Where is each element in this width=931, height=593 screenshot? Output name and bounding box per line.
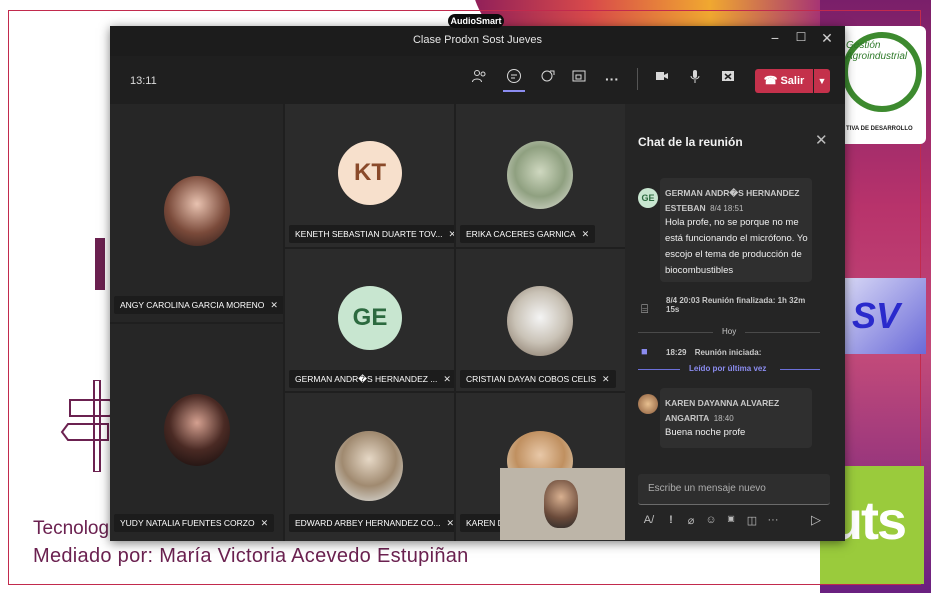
mic-off-icon: ✕ [270, 300, 278, 310]
meeting-started-icon: ■ [641, 346, 648, 358]
avatar: GE [638, 188, 658, 208]
compose-placeholder: Escribe un mensaje nuevo [648, 483, 766, 494]
participant-name: ANGY CAROLINA GARCIA MORENO ✕ [114, 296, 283, 314]
title-bar: Clase Prodxn Sost Jueves − ☐ ✕ [110, 26, 845, 56]
close-icon[interactable]: ✕ [815, 131, 828, 149]
self-view-video[interactable] [500, 468, 626, 540]
phone-hangup-icon: ☎ [763, 75, 778, 87]
initials-avatar: KT [338, 141, 402, 205]
divider-today-label: Hoy [722, 327, 737, 336]
agro-logo-text: Gestión Agroindustrial [846, 40, 908, 62]
teams-window: Clase Prodxn Sost Jueves − ☐ ✕ 13:11 ···… [110, 26, 845, 541]
participant-avatar [335, 431, 403, 501]
stop-sharing-icon[interactable] [717, 68, 739, 90]
leave-label: Salir [780, 75, 805, 87]
initials-avatar: GE [338, 286, 402, 350]
participant-avatar [164, 176, 230, 246]
participant-tile[interactable]: YUDY NATALIA FUENTES CORZO ✕ [110, 324, 283, 541]
meeting-timer: 13:11 [130, 75, 157, 87]
window-title: Clase Prodxn Sost Jueves [412, 34, 542, 46]
participant-tile[interactable]: CRISTIAN DAYAN COBOS CELIS ✕ [456, 249, 625, 391]
participant-avatar [164, 394, 230, 466]
participant-tile[interactable]: GE GERMAN ANDR�S HERNANDEZ ... ✕ [285, 249, 454, 391]
avatar [638, 394, 658, 414]
chat-panel: Chat de la reunión ✕ GE GERMAN ANDR�S HE… [625, 104, 845, 541]
close-button[interactable]: ✕ [816, 30, 838, 47]
participant-name: KENETH SEBASTIAN DUARTE TOV... ✕ [289, 225, 454, 243]
slide-text-line-1: Tecnolog [33, 518, 110, 539]
audiosmart-badge[interactable]: AudioSmart [448, 14, 504, 28]
sticker-icon[interactable]: ◫ [745, 514, 759, 527]
agro-logo-footer: TIVA DE DESARROLLO [846, 126, 913, 132]
last-read-label: Leído por última vez [689, 364, 767, 373]
meeting-ended-notice: 8/4 20:03 Reunión finalizada: 1h 32m 15s [666, 296, 816, 314]
maximize-button[interactable]: ☐ [790, 30, 812, 44]
chat-message: GERMAN ANDR�S HERNANDEZ ESTEBAN 8/4 18:5… [660, 178, 812, 282]
participants-icon[interactable] [468, 68, 490, 90]
message-text: Hola profe, no se porque no me está func… [665, 217, 808, 276]
microphone-icon[interactable] [684, 68, 706, 90]
divider [745, 332, 820, 333]
message-time: 8/4 18:51 [710, 204, 744, 213]
slide-text-line-2: Mediado por: María Victoria Acevedo Estu… [33, 545, 469, 567]
participant-name: YUDY NATALIA FUENTES CORZO ✕ [114, 514, 275, 532]
format-icon[interactable]: A/ [642, 514, 656, 526]
leave-dropdown-chevron-icon[interactable]: ▼ [814, 69, 830, 93]
attach-icon[interactable]: ⌀ [684, 514, 698, 527]
divider [638, 332, 713, 333]
mic-off-icon: ✕ [448, 229, 454, 239]
participant-avatar [507, 286, 573, 356]
meeting-start-time: 18:29 [666, 348, 687, 357]
participant-name: CRISTIAN DAYAN COBOS CELIS ✕ [460, 370, 616, 388]
participant-name: EDWARD ARBEY HERNANDEZ CO... ✕ [289, 514, 454, 532]
message-time: 18:40 [713, 414, 734, 423]
participant-name: ERIKA CACERES GARNICA ✕ [460, 225, 596, 243]
reactions-icon[interactable] [537, 68, 559, 90]
participant-name: GERMAN ANDR�S HERNANDEZ ... ✕ [289, 370, 454, 388]
important-icon[interactable]: ! [664, 514, 678, 526]
meeting-ended-icon: ⌸ [641, 302, 649, 316]
mic-off-icon: ✕ [602, 374, 610, 384]
self-view-person [544, 480, 578, 528]
emoji-icon[interactable]: ☺ [704, 514, 718, 526]
message-text: Buena noche profe [665, 427, 746, 438]
sv-logo-text: SV [852, 295, 901, 336]
mic-off-icon: ✕ [260, 518, 269, 528]
toolbar-separator [637, 68, 638, 90]
chat-message: KAREN DAYANNA ALVAREZ ANGARITA 18:40 Bue… [660, 388, 812, 448]
slide-letter-decoration [95, 238, 105, 290]
compose-box[interactable]: Escribe un mensaje nuevo [638, 474, 830, 505]
meeting-end-time: 8/4 20:03 [666, 296, 700, 305]
meeting-start-text: Reunión iniciada: [694, 348, 762, 357]
send-icon[interactable]: ▷ [809, 512, 823, 528]
last-read-divider [780, 369, 820, 370]
participant-tile[interactable]: ERIKA CACERES GARNICA ✕ [456, 104, 625, 247]
participant-tile[interactable]: ANGY CAROLINA GARCIA MORENO ✕ [110, 104, 283, 322]
more-options-icon[interactable]: ··· [766, 514, 780, 526]
chat-icon[interactable] [503, 68, 525, 92]
participant-tile[interactable]: KT KENETH SEBASTIAN DUARTE TOV... ✕ [285, 104, 454, 247]
gif-icon[interactable]: ▣ [724, 514, 738, 523]
meeting-started-notice: 18:29 Reunión iniciada: [666, 348, 761, 357]
chat-title: Chat de la reunión [638, 135, 743, 149]
mic-off-icon: ✕ [446, 518, 454, 528]
mic-off-icon: ✕ [581, 229, 590, 239]
minimize-button[interactable]: − [764, 30, 786, 46]
last-read-divider [638, 369, 680, 370]
participant-avatar [507, 141, 573, 209]
leave-button[interactable]: ☎ Salir [755, 69, 813, 93]
camera-icon[interactable] [651, 68, 673, 90]
participant-tile[interactable]: EDWARD ARBEY HERNANDEZ CO... ✕ [285, 393, 454, 541]
share-screen-icon[interactable] [568, 68, 590, 90]
more-options-icon[interactable]: ··· [601, 68, 623, 90]
mic-off-icon: ✕ [443, 374, 451, 384]
